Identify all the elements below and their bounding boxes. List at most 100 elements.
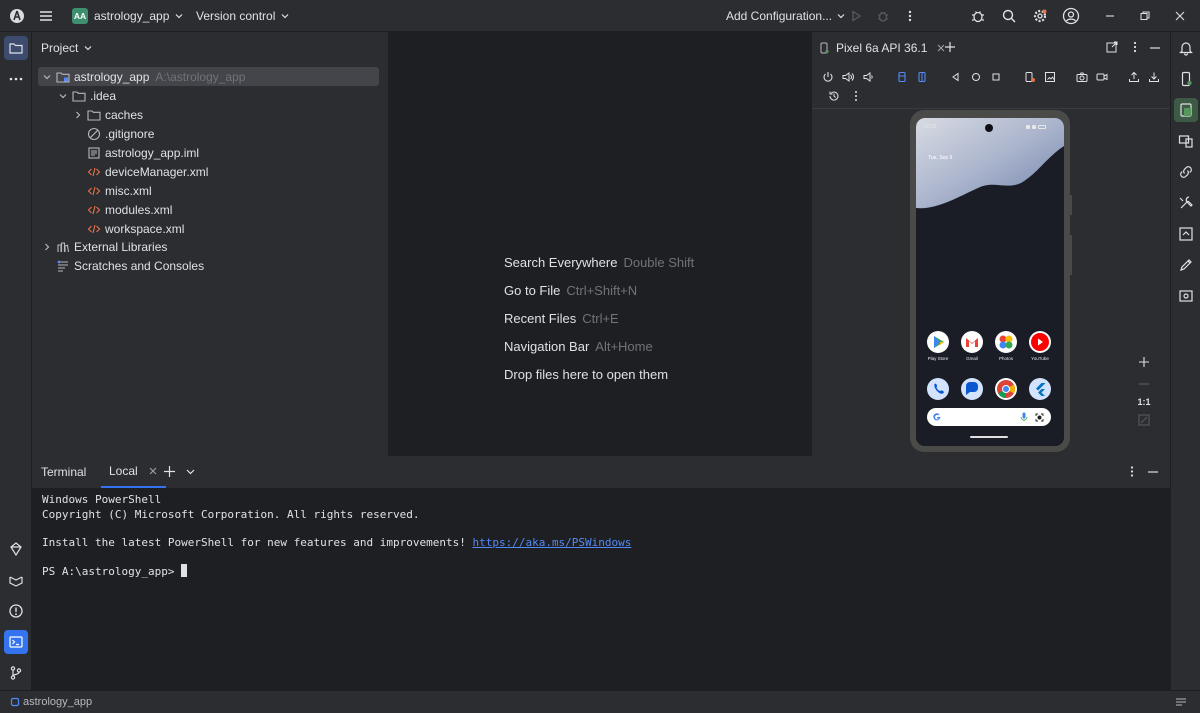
notifications-bell-icon[interactable] [1174, 36, 1198, 60]
edit-pen-icon[interactable] [1174, 253, 1198, 277]
android-studio-logo-icon[interactable] [5, 4, 29, 28]
device-screen[interactable]: 10:25 Tue, Sep 9 Play Store Gmail Photos… [916, 118, 1064, 446]
run-configuration-selector[interactable]: Add Configuration... [726, 0, 850, 32]
hint-navigation-bar[interactable]: Navigation Bar Alt+Home [504, 339, 653, 354]
hint-search-everywhere[interactable]: Search Everywhere Double Shift [504, 255, 694, 270]
minimize-icon[interactable] [1098, 4, 1122, 28]
screenshot-icon[interactable] [1076, 71, 1088, 83]
tree-node-project-root[interactable]: astrology_app A:\astrology_app [38, 67, 379, 86]
messages-app-icon[interactable] [961, 378, 983, 400]
problems-icon[interactable] [4, 599, 28, 623]
gesture-nav-bar[interactable] [970, 436, 1008, 438]
screen-record-icon[interactable] [1096, 71, 1108, 83]
project-tool-icon[interactable] [4, 36, 28, 60]
version-control-icon[interactable] [4, 661, 28, 685]
layout-inspector-icon[interactable] [1174, 222, 1198, 246]
status-settings-icon[interactable] [1175, 696, 1187, 708]
status-breadcrumb[interactable]: astrology_app [10, 696, 92, 708]
close-icon[interactable] [1168, 4, 1192, 28]
project-switcher[interactable]: AA astrology_app [72, 0, 188, 32]
terminal-tool-icon[interactable] [4, 630, 28, 654]
photos-app-icon[interactable] [995, 331, 1017, 353]
upload-icon[interactable] [1128, 71, 1140, 83]
preview-icon[interactable] [1174, 284, 1198, 308]
build-variants-icon[interactable] [4, 568, 28, 592]
app-label: YouTube [1031, 356, 1049, 361]
debug-icon[interactable] [871, 4, 895, 28]
project-view-selector[interactable]: Project [41, 38, 391, 58]
terminal-prompt-line[interactable]: PS A:\astrology_app> [42, 564, 188, 578]
overview-icon[interactable] [990, 71, 1002, 83]
tree-node-external-libraries[interactable]: External Libraries [42, 237, 392, 256]
terminal-more-icon[interactable] [1126, 465, 1138, 478]
download-icon[interactable] [1148, 71, 1160, 83]
terminal-hide-icon[interactable] [1147, 470, 1159, 474]
tree-node-caches[interactable]: caches [73, 105, 423, 124]
tree-label: External Libraries [74, 239, 168, 254]
zoom-in-icon[interactable] [1137, 355, 1151, 369]
gemini-icon[interactable] [4, 537, 28, 561]
device-manager-icon[interactable] [1174, 67, 1198, 91]
tree-label: modules.xml [105, 202, 173, 217]
xml-file-icon [87, 186, 101, 195]
home-icon[interactable] [970, 71, 982, 83]
device-mirroring-icon[interactable] [1174, 129, 1198, 153]
hide-panel-icon[interactable] [1149, 46, 1161, 50]
hint-go-to-file[interactable]: Go to File Ctrl+Shift+N [504, 283, 637, 298]
terminal-panel[interactable] [32, 456, 1170, 690]
tree-node-misc-xml[interactable]: misc.xml [87, 181, 437, 200]
tree-node-workspace-xml[interactable]: workspace.xml [87, 219, 437, 238]
new-terminal-icon[interactable] [163, 465, 176, 478]
flutter-app-icon[interactable] [1029, 378, 1051, 400]
tree-node-modules-xml[interactable]: modules.xml [87, 200, 437, 219]
rotate-left-icon[interactable] [896, 71, 908, 83]
rotate-right-icon[interactable] [916, 71, 928, 83]
powershell-link[interactable]: https://aka.ms/PSWindows [472, 536, 631, 549]
more-tool-windows-icon[interactable] [4, 67, 28, 91]
app-inspection-bug-icon[interactable] [966, 4, 990, 28]
run-icon[interactable] [844, 4, 868, 28]
tools-icon[interactable] [1174, 191, 1198, 215]
version-control-menu[interactable]: Version control [196, 0, 294, 32]
back-icon[interactable] [950, 71, 962, 83]
zoom-actual-size[interactable]: 1:1 [1137, 397, 1150, 407]
hint-recent-files[interactable]: Recent Files Ctrl+E [504, 311, 619, 326]
volume-up-icon[interactable] [842, 71, 854, 83]
search-icon[interactable] [997, 4, 1021, 28]
chrome-app-icon[interactable] [995, 378, 1017, 400]
running-devices-icon[interactable] [1174, 98, 1198, 122]
tree-node-scratches[interactable]: Scratches and Consoles [56, 256, 406, 275]
fold-icon[interactable] [1024, 71, 1036, 83]
left-tool-window-bar [0, 32, 32, 690]
tree-node-gitignore[interactable]: .gitignore [87, 124, 437, 143]
gmail-app-icon[interactable] [961, 331, 983, 353]
google-g-icon [933, 413, 941, 421]
main-menu-icon[interactable] [34, 4, 58, 28]
tree-node-iml[interactable]: astrology_app.iml [87, 143, 437, 162]
restore-icon[interactable] [1133, 4, 1157, 28]
more-icon[interactable] [850, 90, 862, 102]
account-avatar-icon[interactable] [1059, 4, 1083, 28]
zoom-fit-icon[interactable] [1137, 413, 1151, 427]
tree-node-device-manager-xml[interactable]: deviceManager.xml [87, 162, 437, 181]
tree-node-idea[interactable]: .idea [58, 86, 408, 105]
power-icon[interactable] [822, 71, 834, 83]
youtube-app-icon[interactable] [1029, 331, 1051, 353]
add-device-icon[interactable] [944, 41, 956, 53]
more-options-icon[interactable] [1129, 41, 1141, 53]
more-actions-icon[interactable] [898, 4, 922, 28]
terminal-tab-local[interactable]: Local [101, 456, 166, 488]
terminal-options-chevron-icon[interactable] [185, 466, 196, 477]
mic-icon [1020, 412, 1028, 422]
device-tab[interactable]: Pixel 6a API 36.1 [818, 37, 946, 59]
phone-app-icon[interactable] [927, 378, 949, 400]
link-icon[interactable] [1174, 160, 1198, 184]
open-external-icon[interactable] [1106, 41, 1118, 53]
settings-gear-icon[interactable] [1028, 4, 1052, 28]
google-search-bar[interactable] [927, 408, 1051, 426]
history-icon[interactable] [828, 90, 840, 102]
snapshot-icon[interactable] [1044, 71, 1056, 83]
zoom-out-icon[interactable] [1137, 377, 1151, 391]
volume-down-icon[interactable] [862, 71, 874, 83]
play-store-app-icon[interactable] [927, 331, 949, 353]
